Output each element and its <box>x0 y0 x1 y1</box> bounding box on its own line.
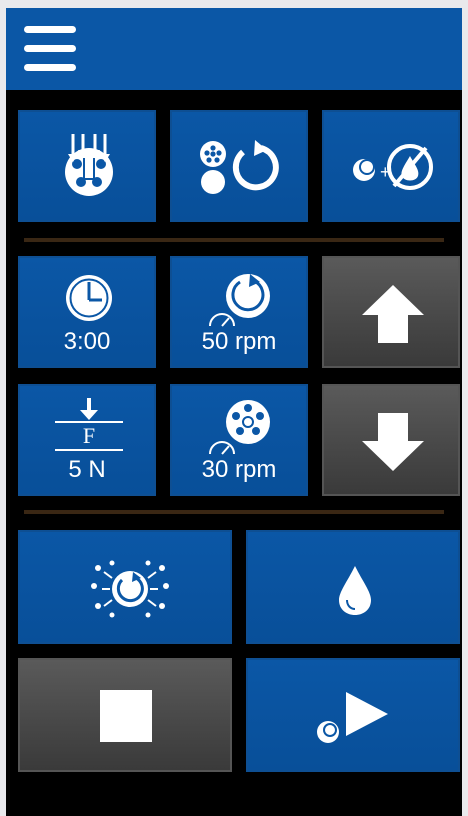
move-up-button[interactable] <box>322 256 460 368</box>
rinse-button[interactable] <box>18 530 232 644</box>
disc-speed-icon <box>209 400 270 455</box>
rinse-spray-icon <box>91 560 169 618</box>
play-with-disc-icon <box>317 692 388 743</box>
start-button[interactable] <box>246 658 460 772</box>
arrow-up-icon <box>362 285 424 343</box>
disc-speed-button[interactable]: 30 rpm <box>170 384 308 496</box>
move-down-button[interactable] <box>322 384 460 496</box>
menu-line <box>24 45 76 52</box>
timer-icon <box>66 275 112 321</box>
stop-button[interactable] <box>18 658 232 772</box>
machine-control-screen: + 3:00 50 rpm F 5 N 30 rpm <box>6 8 462 816</box>
disc-speed-value: 30 rpm <box>201 456 277 483</box>
multi-piston-head-icon <box>65 134 113 196</box>
water-drop-icon <box>339 566 371 615</box>
disc-paper-toggle-button[interactable]: + <box>322 110 460 222</box>
disc-and-paper-toggle-icon: + <box>353 144 433 190</box>
time-value: 3:00 <box>63 328 111 355</box>
stop-icon <box>100 690 152 742</box>
section-divider <box>24 238 444 242</box>
force-value: 5 N <box>68 456 106 483</box>
section-divider <box>24 510 444 514</box>
head-rotation-button[interactable] <box>170 110 308 222</box>
head-speed-value: 50 rpm <box>201 328 277 355</box>
multi-piston-button[interactable] <box>18 110 156 222</box>
rotation-speed-icon <box>209 274 270 327</box>
force-label: F <box>83 423 95 448</box>
dose-water-button[interactable] <box>246 530 460 644</box>
head-speed-button[interactable]: 50 rpm <box>170 256 308 368</box>
force-icon: F <box>55 398 123 451</box>
menu-line <box>24 64 76 71</box>
hamburger-menu-icon[interactable] <box>22 24 78 74</box>
time-setting-button[interactable]: 3:00 <box>18 256 156 368</box>
force-setting-button[interactable]: F 5 N <box>18 384 156 496</box>
arrow-down-icon <box>362 413 424 471</box>
head-rotation-icon <box>200 140 279 194</box>
menu-line <box>24 26 76 33</box>
top-bar <box>6 8 462 90</box>
